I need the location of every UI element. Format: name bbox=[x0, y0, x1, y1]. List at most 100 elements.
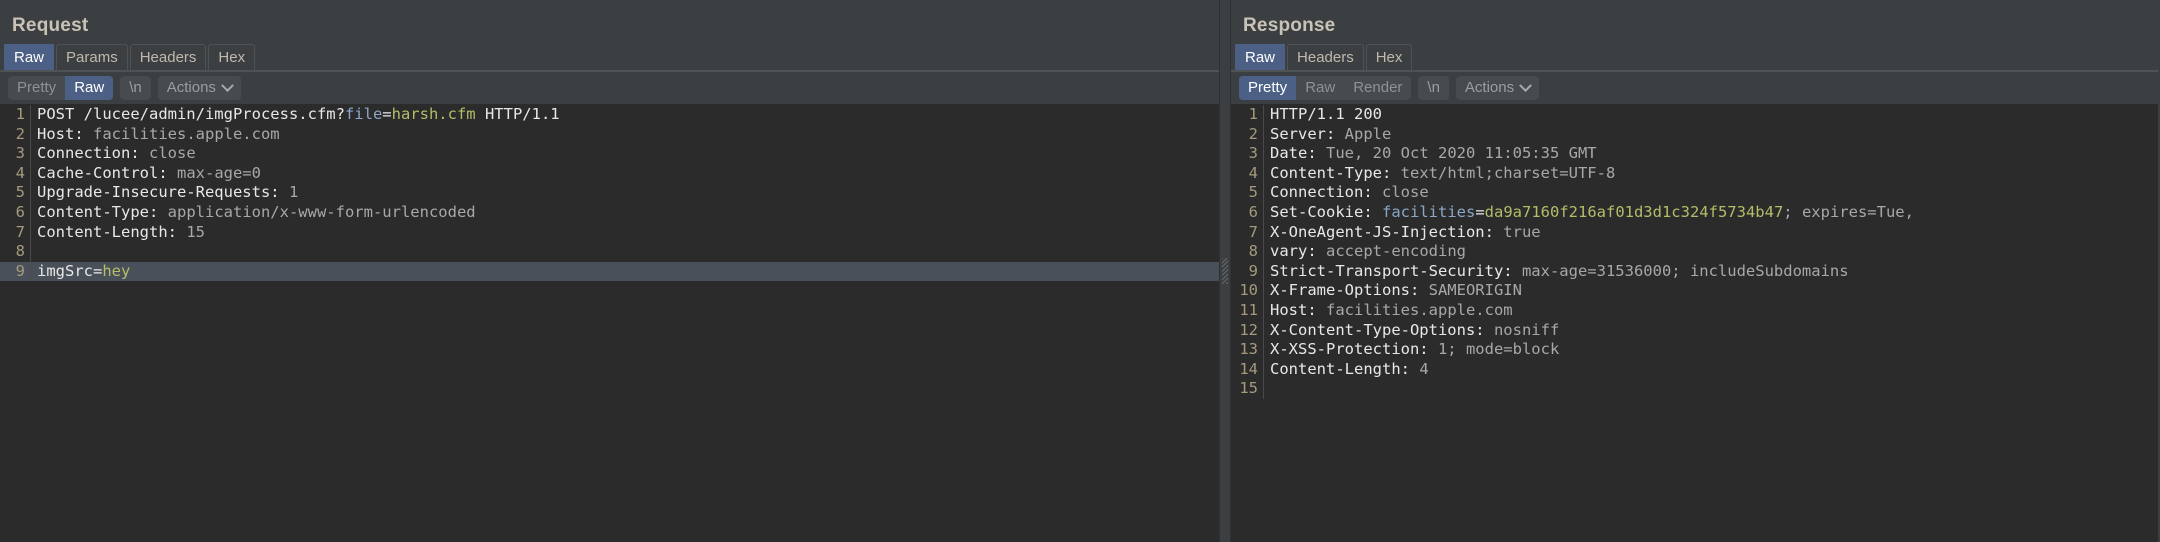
line-text: X-XSS-Protection: 1; mode=block bbox=[1270, 340, 1560, 359]
response-render-button[interactable]: Render bbox=[1344, 76, 1411, 100]
response-raw-button[interactable]: Raw bbox=[1296, 76, 1344, 100]
request-code-lines: 1 POST /lucee/admin/imgProcess.cfm?file=h… bbox=[0, 105, 1219, 282]
line-text: Connection: close bbox=[1270, 183, 1429, 202]
response-actions-button[interactable]: Actions bbox=[1456, 76, 1539, 100]
tab-request-params[interactable]: Params bbox=[56, 44, 128, 71]
request-toolbar: Pretty Raw \n Actions bbox=[0, 72, 1219, 104]
line-number: 1 bbox=[1248, 105, 1258, 123]
line-text: Strict-Transport-Security: max-age=31536… bbox=[1270, 261, 1849, 280]
code-line: 7 X-OneAgent-JS-Injection: true bbox=[1231, 222, 2158, 243]
line-number: 10 bbox=[1239, 281, 1258, 300]
burp-message-editor: Request Raw Params Headers Hex Pretty Ra… bbox=[0, 0, 2160, 542]
code-line: 8 vary: accept-encoding bbox=[1231, 242, 2158, 262]
response-pane-title: Response bbox=[1243, 15, 1336, 36]
response-actions-group: Actions bbox=[1455, 76, 1540, 100]
line-number: 7 bbox=[15, 222, 25, 241]
line-text: Upgrade-Insecure-Requests: 1 bbox=[37, 183, 299, 202]
line-text: X-Frame-Options: SAMEORIGIN bbox=[1270, 281, 1522, 300]
line-number: 12 bbox=[1239, 320, 1258, 339]
line-number: 9 bbox=[1248, 261, 1258, 280]
response-toolbar: Pretty Raw Render \n Actions bbox=[1231, 72, 2158, 104]
response-pane: Response Raw Headers Hex Pretty Raw Rend… bbox=[1231, 0, 2158, 542]
line-number: 2 bbox=[1248, 124, 1258, 143]
code-line: 6 Content-Type: application/x-www-form-ur… bbox=[0, 202, 1219, 223]
request-pane: Request Raw Params Headers Hex Pretty Ra… bbox=[0, 0, 1219, 542]
line-text: Host: facilities.apple.com bbox=[37, 124, 280, 143]
line-text: Connection: close bbox=[37, 144, 196, 163]
response-pretty-button[interactable]: Pretty bbox=[1239, 76, 1297, 100]
line-number: 4 bbox=[15, 163, 25, 182]
code-line: 4 Cache-Control: max-age=0 bbox=[0, 163, 1219, 184]
line-text: imgSrc=hey bbox=[37, 261, 131, 280]
splitter-grip-icon bbox=[1222, 258, 1228, 284]
response-newline-group: \n bbox=[1418, 76, 1449, 100]
tab-request-headers[interactable]: Headers bbox=[129, 44, 207, 71]
gutter-divider bbox=[1263, 379, 1264, 399]
response-view-mode-group: Pretty Raw Render bbox=[1239, 76, 1412, 100]
line-number: 13 bbox=[1239, 340, 1258, 359]
line-text: Content-Length: 4 bbox=[1270, 359, 1429, 378]
line-text: POST /lucee/admin/imgProcess.cfm?file=ha… bbox=[37, 105, 560, 123]
request-actions-button[interactable]: Actions bbox=[158, 76, 241, 100]
line-text: HTTP/1.1 200 bbox=[1270, 105, 1382, 123]
tab-response-raw[interactable]: Raw bbox=[1235, 44, 1286, 71]
line-number: 15 bbox=[1239, 379, 1258, 398]
chevron-down-icon bbox=[221, 78, 234, 92]
line-number: 7 bbox=[1248, 222, 1258, 241]
line-text: Set-Cookie: facilities=da9a7160f216af01d… bbox=[1270, 202, 1914, 221]
line-number: 5 bbox=[15, 183, 25, 202]
response-editor[interactable]: 1 HTTP/1.1 200 2 Server: Apple 3 Date: Tue, 2… bbox=[1231, 104, 2158, 542]
response-newline-button[interactable]: \n bbox=[1418, 76, 1449, 100]
line-number: 3 bbox=[15, 144, 25, 163]
gutter-divider bbox=[30, 242, 31, 262]
request-actions-group: Actions bbox=[157, 76, 241, 100]
request-newline-group: \n bbox=[120, 76, 151, 100]
code-line: 3 Date: Tue, 20 Oct 2020 11:05:35 GMT bbox=[1231, 144, 2158, 164]
line-number: 11 bbox=[1239, 300, 1258, 319]
line-text: Content-Type: application/x-www-form-url… bbox=[37, 202, 476, 221]
code-line: 8 bbox=[0, 242, 1219, 262]
code-line: 15 bbox=[1231, 379, 2158, 399]
code-line: 7 Content-Length: 15 bbox=[0, 222, 1219, 243]
request-editor[interactable]: 1 POST /lucee/admin/imgProcess.cfm?file=h… bbox=[0, 104, 1219, 542]
line-text: Date: Tue, 20 Oct 2020 11:05:35 GMT bbox=[1270, 144, 1597, 163]
line-text: X-OneAgent-JS-Injection: true bbox=[1270, 222, 1541, 241]
request-view-mode-group: Pretty Raw bbox=[8, 76, 114, 100]
tab-response-hex[interactable]: Hex bbox=[1365, 44, 1413, 71]
chevron-down-icon bbox=[1519, 78, 1532, 92]
response-actions-label: Actions bbox=[1464, 79, 1515, 96]
code-line: 2 Server: Apple bbox=[1231, 124, 2158, 145]
request-raw-button[interactable]: Raw bbox=[65, 76, 114, 100]
line-text: vary: accept-encoding bbox=[1270, 242, 1466, 261]
code-line: 1 POST /lucee/admin/imgProcess.cfm?file=h… bbox=[0, 105, 1219, 125]
request-newline-button[interactable]: \n bbox=[120, 76, 151, 100]
code-line: 5 Connection: close bbox=[1231, 183, 2158, 203]
request-pretty-button[interactable]: Pretty bbox=[8, 76, 65, 100]
line-text: Host: facilities.apple.com bbox=[1270, 300, 1513, 319]
tab-response-headers[interactable]: Headers bbox=[1287, 44, 1364, 71]
line-text: X-Content-Type-Options: nosniff bbox=[1270, 320, 1560, 339]
response-tabstrip: Raw Headers Hex bbox=[1231, 44, 2158, 72]
code-line: 6 Set-Cookie: facilities=da9a7160f216af01… bbox=[1231, 202, 2158, 223]
line-number: 8 bbox=[15, 242, 25, 261]
line-text: Content-Length: 15 bbox=[37, 222, 205, 241]
request-tabstrip: Raw Params Headers Hex bbox=[0, 44, 1219, 72]
code-line: 4 Content-Type: text/html;charset=UTF-8 bbox=[1231, 163, 2158, 184]
line-text: Cache-Control: max-age=0 bbox=[37, 163, 261, 182]
line-number: 1 bbox=[15, 105, 25, 123]
code-line: 13 X-XSS-Protection: 1; mode=block bbox=[1231, 340, 2158, 360]
code-line: 11 Host: facilities.apple.com bbox=[1231, 300, 2158, 321]
response-code-lines: 1 HTTP/1.1 200 2 Server: Apple 3 Date: Tue, 2… bbox=[1231, 105, 2158, 399]
line-number: 14 bbox=[1239, 359, 1258, 378]
pane-splitter[interactable] bbox=[1219, 0, 1231, 542]
line-number: 5 bbox=[1248, 183, 1258, 202]
line-number: 4 bbox=[1248, 163, 1258, 182]
code-line: 3 Connection: close bbox=[0, 144, 1219, 164]
tab-request-raw[interactable]: Raw bbox=[4, 44, 55, 71]
tab-request-hex[interactable]: Hex bbox=[208, 44, 256, 71]
line-number: 9 bbox=[15, 261, 25, 280]
line-number: 2 bbox=[15, 124, 25, 143]
line-number: 6 bbox=[1248, 202, 1258, 221]
line-text: Server: Apple bbox=[1270, 124, 1392, 143]
code-line: 10 X-Frame-Options: SAMEORIGIN bbox=[1231, 281, 2158, 301]
